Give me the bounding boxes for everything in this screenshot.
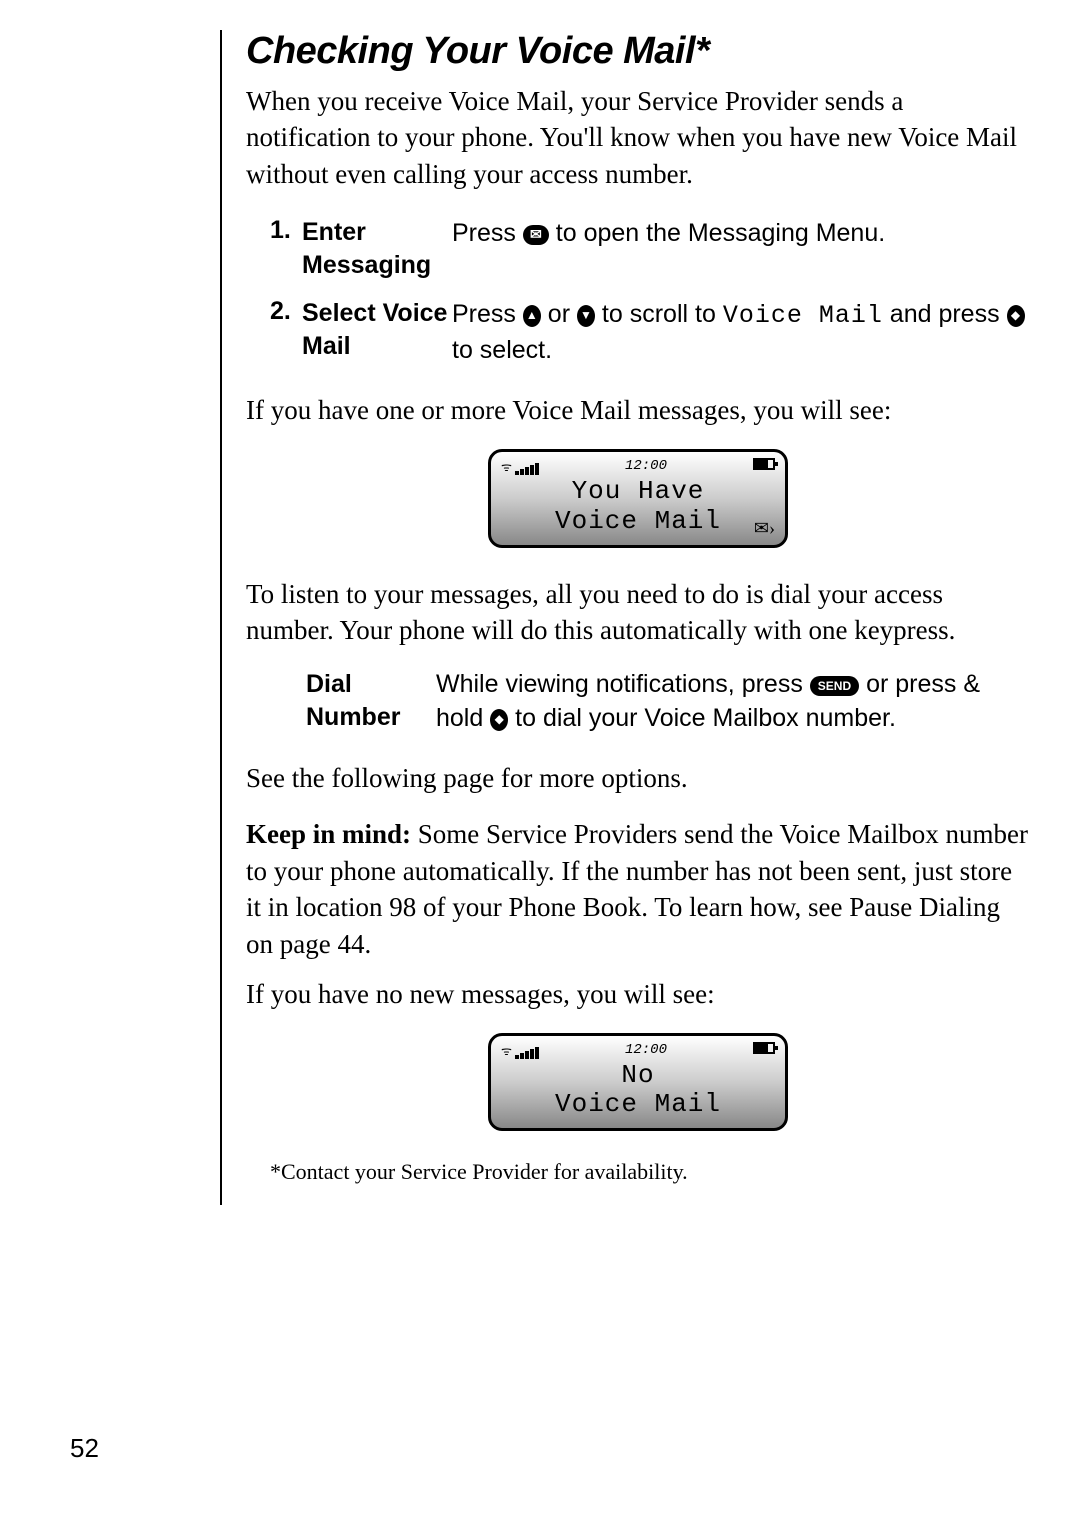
page-content: Checking Your Voice Mail* When you recei… bbox=[220, 30, 1030, 1205]
text: While viewing notifications, press bbox=[436, 670, 810, 698]
step-number: 1. bbox=[270, 216, 302, 281]
dial-label: Dial Number bbox=[306, 668, 436, 736]
text: Press bbox=[452, 300, 523, 328]
page-number: 52 bbox=[70, 1433, 99, 1464]
send-button-icon: SEND bbox=[810, 676, 859, 696]
text: to dial your Voice Mailbox number. bbox=[508, 704, 896, 732]
text: to select. bbox=[452, 336, 552, 364]
footnote: *Contact your Service Provider for avail… bbox=[270, 1159, 1030, 1185]
battery-icon bbox=[753, 458, 775, 475]
page-title: Checking Your Voice Mail* bbox=[246, 30, 1030, 73]
dial-description: While viewing notifications, press SEND … bbox=[436, 668, 1030, 736]
phone-line-2: Voice Mail bbox=[501, 1090, 775, 1120]
text: or bbox=[541, 300, 577, 328]
keep-label: Keep in mind: bbox=[246, 819, 411, 849]
steps-list: 1. Enter Messaging Press ✉ to open the M… bbox=[270, 216, 1030, 368]
text: to scroll to bbox=[595, 300, 723, 328]
intro-paragraph: When you receive Voice Mail, your Servic… bbox=[246, 83, 1030, 192]
envelope-icon: ✉ bbox=[523, 225, 549, 245]
phone-line-1: You Have bbox=[501, 477, 775, 507]
text: to open the Messaging Menu. bbox=[549, 219, 885, 247]
step-label: Enter Messaging bbox=[302, 216, 452, 281]
menu-item-text: Voice Mail bbox=[723, 301, 883, 330]
phone-time: 12:00 bbox=[625, 458, 667, 474]
down-arrow-icon: ▼ bbox=[577, 305, 595, 327]
listen-paragraph: To listen to your messages, all you need… bbox=[246, 576, 1030, 649]
no-new-text: If you have no new messages, you will se… bbox=[246, 976, 1030, 1012]
signal-icon: ᯤ bbox=[501, 1042, 539, 1059]
step-1: 1. Enter Messaging Press ✉ to open the M… bbox=[270, 216, 1030, 281]
keep-in-mind: Keep in mind: Some Service Providers sen… bbox=[246, 816, 1030, 962]
dial-instruction: Dial Number While viewing notifications,… bbox=[306, 668, 1030, 736]
signal-icon: ᯤ bbox=[501, 458, 539, 475]
phone-line-2: Voice Mail bbox=[501, 507, 775, 537]
step-description: Press ✉ to open the Messaging Menu. bbox=[452, 216, 1030, 281]
after-steps-text: If you have one or more Voice Mail messa… bbox=[246, 392, 1030, 428]
phone-screen-1: ᯤ 12:00 You Have Voice Mail ✉› bbox=[488, 449, 788, 548]
text: and press bbox=[883, 300, 1007, 328]
step-description: Press ▲ or ▼ to scroll to Voice Mail and… bbox=[452, 297, 1030, 368]
phone-screen-2: ᯤ 12:00 No Voice Mail bbox=[488, 1033, 788, 1132]
select-icon: ◆ bbox=[490, 709, 508, 731]
text: Press bbox=[452, 219, 523, 247]
phone-status-bar: ᯤ 12:00 bbox=[501, 1042, 775, 1059]
step-label: Select Voice Mail bbox=[302, 297, 452, 368]
phone-time: 12:00 bbox=[625, 1042, 667, 1058]
step-2: 2. Select Voice Mail Press ▲ or ▼ to scr… bbox=[270, 297, 1030, 368]
step-number: 2. bbox=[270, 297, 302, 368]
mail-notification-icon: ✉› bbox=[754, 518, 775, 539]
phone-status-bar: ᯤ 12:00 bbox=[501, 458, 775, 475]
see-more-text: See the following page for more options. bbox=[246, 760, 1030, 796]
phone-line-1: No bbox=[501, 1061, 775, 1091]
up-arrow-icon: ▲ bbox=[523, 305, 541, 327]
battery-icon bbox=[753, 1042, 775, 1059]
select-icon: ◆ bbox=[1007, 305, 1025, 327]
